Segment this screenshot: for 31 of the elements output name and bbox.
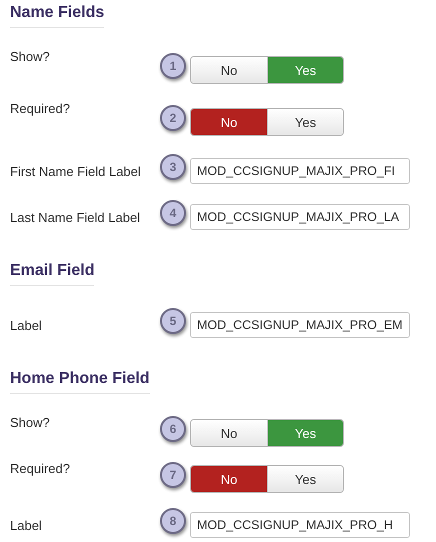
- field-label: Required?: [10, 460, 71, 476]
- toggle-option[interactable]: No: [191, 420, 267, 446]
- toggle-option[interactable]: Yes: [267, 420, 343, 446]
- step-badge: 1: [160, 53, 186, 79]
- input-field[interactable]: MOD_CCSIGNUP_MAJIX_PRO_EM: [190, 312, 410, 338]
- step-badge: 6: [160, 416, 186, 442]
- field-label: Show?: [10, 48, 51, 64]
- field-label: First Name Field Label: [10, 164, 142, 178]
- toggle-option[interactable]: Yes: [267, 109, 343, 135]
- step-badge: 3: [160, 154, 186, 180]
- field-label: Last Name Field Label: [10, 210, 142, 224]
- input-field[interactable]: MOD_CCSIGNUP_MAJIX_PRO_H: [190, 512, 410, 538]
- step-badge: 2: [160, 105, 186, 131]
- section-title: Email Field: [10, 262, 94, 286]
- field-label: Label: [10, 318, 43, 332]
- step-badge: 4: [160, 200, 186, 226]
- field-label: Show?: [10, 414, 51, 430]
- toggle-option[interactable]: Yes: [267, 466, 343, 492]
- toggle-option[interactable]: No: [191, 57, 267, 83]
- step-badge: 7: [160, 462, 186, 488]
- section-title: Home Phone Field: [10, 370, 150, 394]
- field-label: Label: [10, 518, 43, 532]
- toggle-option[interactable]: No: [191, 466, 267, 492]
- step-badge: 5: [160, 308, 186, 334]
- input-field[interactable]: MOD_CCSIGNUP_MAJIX_PRO_LA: [190, 204, 410, 230]
- section-title: Name Fields: [10, 4, 104, 28]
- field-label: Required?: [10, 100, 71, 116]
- toggle-option[interactable]: No: [191, 109, 267, 135]
- step-badge: 8: [160, 508, 186, 534]
- toggle-option[interactable]: Yes: [267, 57, 343, 83]
- input-field[interactable]: MOD_CCSIGNUP_MAJIX_PRO_FI: [190, 158, 410, 184]
